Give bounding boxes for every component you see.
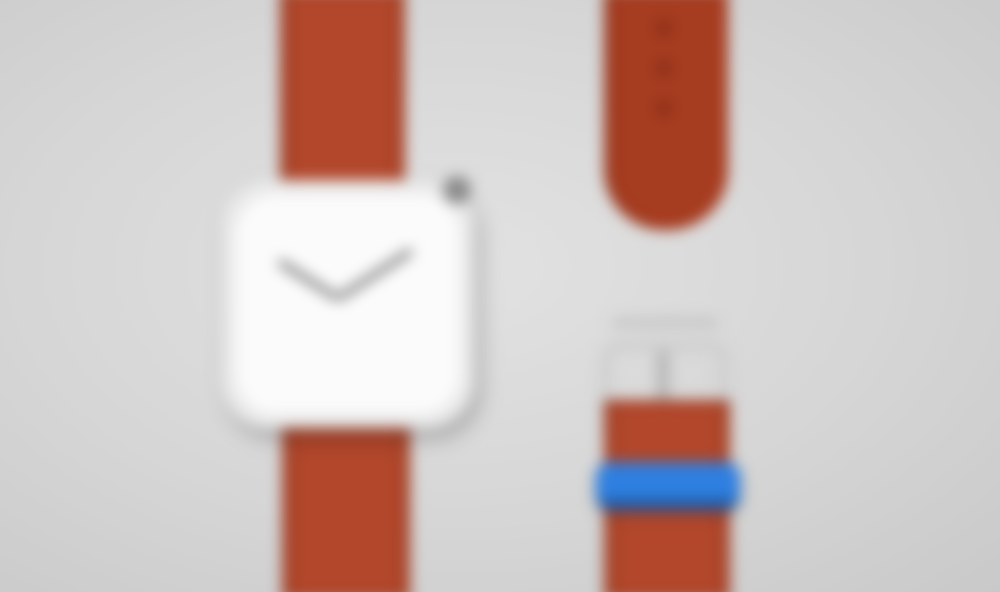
strap-hole-2 <box>656 60 672 76</box>
watch-crown <box>443 176 471 204</box>
strap-hole-3 <box>656 100 672 116</box>
buckle-bar <box>612 318 718 328</box>
strap-keeper-edge <box>598 500 738 508</box>
watch-dial <box>236 194 460 414</box>
blurred-photo-content <box>0 0 1000 592</box>
watch-strap-bottom <box>282 400 410 592</box>
watch-strap-top <box>280 0 405 190</box>
watch-photo <box>0 0 1000 592</box>
strap-hole-1 <box>656 20 672 36</box>
